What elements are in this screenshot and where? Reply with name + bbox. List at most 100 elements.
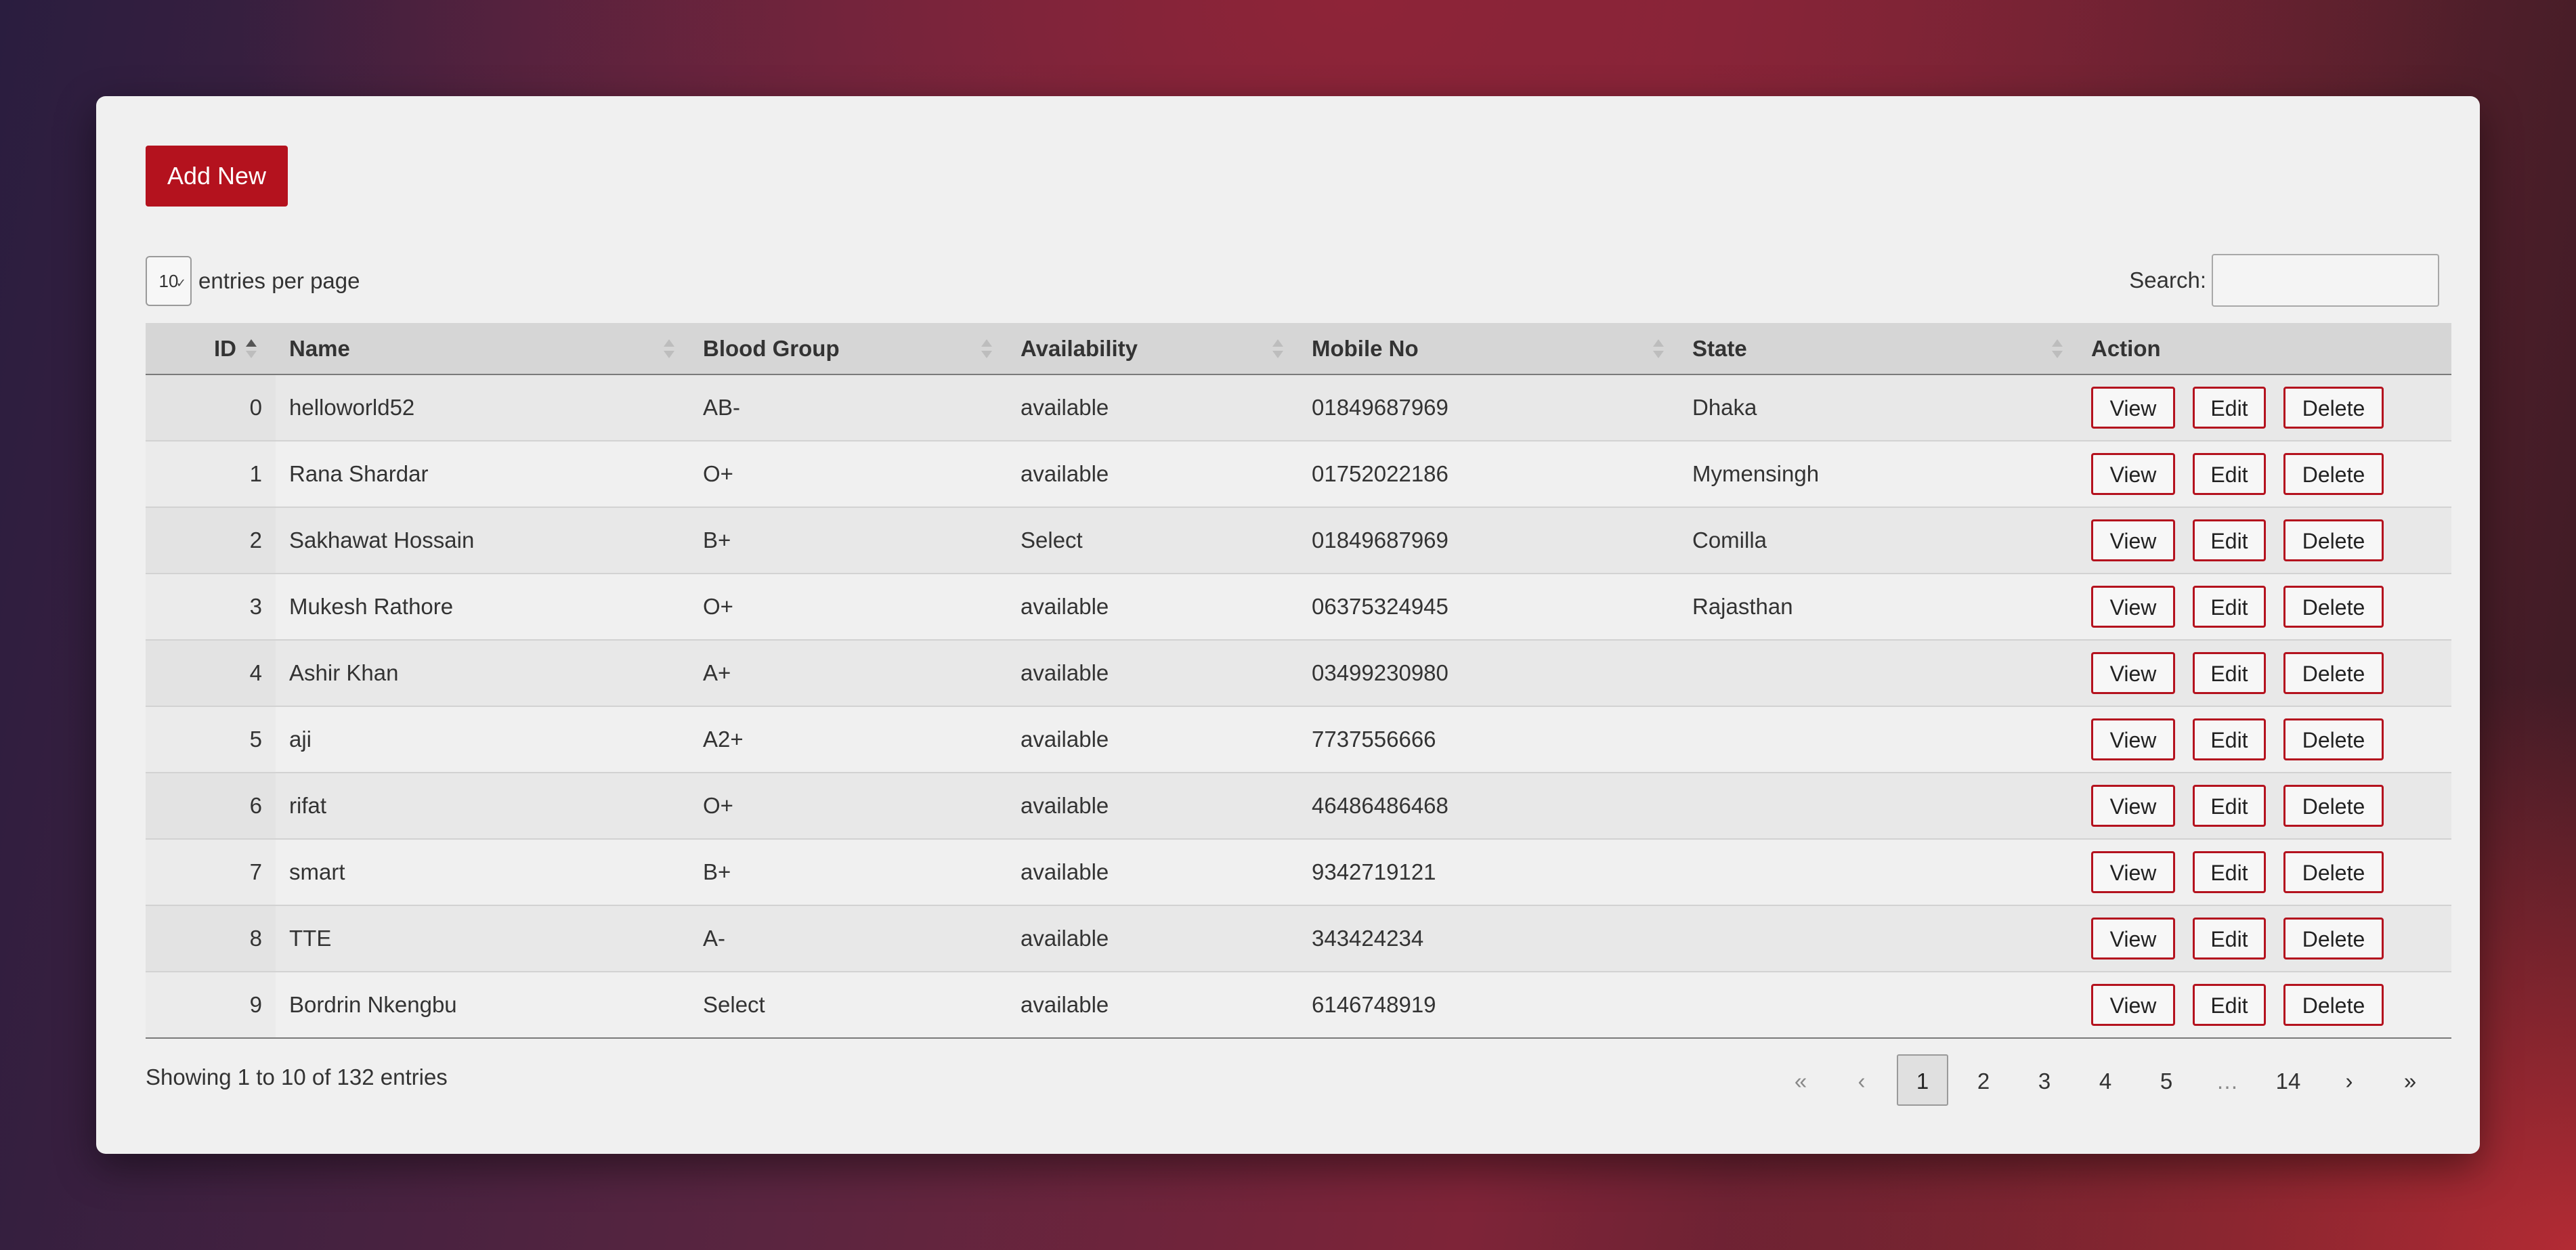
cell-mobile: 343424234 — [1298, 905, 1679, 972]
edit-button[interactable]: Edit — [2193, 519, 2266, 561]
delete-button[interactable]: Delete — [2283, 718, 2384, 760]
page-prev-button[interactable]: ‹ — [1836, 1054, 1887, 1106]
cell-blood-group: O+ — [689, 773, 1007, 840]
search-input[interactable] — [2212, 254, 2439, 307]
add-new-button[interactable]: Add New — [146, 146, 288, 207]
edit-button[interactable]: Edit — [2193, 984, 2266, 1026]
delete-button[interactable]: Delete — [2283, 652, 2384, 694]
search-control: Search: — [2129, 254, 2439, 307]
cell-availability: available — [1007, 640, 1298, 707]
entries-per-page-label: entries per page — [198, 268, 360, 293]
cell-state: Rajasthan — [1679, 574, 2078, 641]
page-numbers: 1 2 3 4 5 … 14 — [1887, 1054, 2314, 1106]
page-button[interactable]: 3 — [2019, 1054, 2070, 1106]
column-header-state[interactable]: State — [1679, 323, 2078, 375]
pagination: « ‹ 1 2 3 4 5 … 14 › » — [1765, 1054, 2436, 1106]
edit-button[interactable]: Edit — [2193, 453, 2266, 495]
edit-button[interactable]: Edit — [2193, 652, 2266, 694]
table-row: 1 Rana Shardar O+ available 01752022186 Mymen… — [146, 441, 2451, 508]
page-last-button[interactable]: » — [2384, 1054, 2436, 1106]
view-button[interactable]: View — [2091, 519, 2175, 561]
page-first-button[interactable]: « — [1775, 1054, 1826, 1106]
page-button[interactable]: 4 — [2080, 1054, 2131, 1106]
delete-button[interactable]: Delete — [2283, 586, 2384, 628]
cell-id: 9 — [146, 972, 276, 1039]
view-button[interactable]: View — [2091, 453, 2175, 495]
sort-icon — [1272, 338, 1285, 361]
delete-button[interactable]: Delete — [2283, 387, 2384, 429]
column-header-availability[interactable]: Availability — [1007, 323, 1298, 375]
cell-blood-group: B+ — [689, 507, 1007, 574]
cell-actions: View Edit Delete — [2078, 706, 2451, 773]
page-ellipsis: … — [2216, 1069, 2239, 1094]
cell-availability: available — [1007, 441, 1298, 508]
cell-actions: View Edit Delete — [2078, 441, 2451, 508]
delete-button[interactable]: Delete — [2283, 918, 2384, 960]
cell-mobile: 06375324945 — [1298, 574, 1679, 641]
edit-button[interactable]: Edit — [2193, 586, 2266, 628]
cell-availability: available — [1007, 706, 1298, 773]
column-header-name[interactable]: Name — [276, 323, 689, 375]
cell-id: 5 — [146, 706, 276, 773]
page-button[interactable]: 14 — [2262, 1054, 2314, 1106]
main-card: Add New 10 ✓ entries per page Search: ID — [96, 96, 2480, 1154]
cell-mobile: 6146748919 — [1298, 972, 1679, 1039]
page-button[interactable]: 5 — [2141, 1054, 2192, 1106]
delete-button[interactable]: Delete — [2283, 519, 2384, 561]
page-button[interactable]: 2 — [1958, 1054, 2009, 1106]
cell-state — [1679, 839, 2078, 906]
edit-button[interactable]: Edit — [2193, 387, 2266, 429]
edit-button[interactable]: Edit — [2193, 918, 2266, 960]
cell-mobile: 46486486468 — [1298, 773, 1679, 840]
view-button[interactable]: View — [2091, 984, 2175, 1026]
cell-blood-group: A+ — [689, 640, 1007, 707]
cell-name: Ashir Khan — [276, 640, 689, 707]
cell-id: 0 — [146, 374, 276, 441]
view-button[interactable]: View — [2091, 785, 2175, 827]
cell-mobile: 03499230980 — [1298, 640, 1679, 707]
column-header-id[interactable]: ID — [146, 323, 276, 375]
view-button[interactable]: View — [2091, 918, 2175, 960]
table-row: 5 aji A2+ available 7737556666 View Edit Delete — [146, 706, 2451, 773]
page-button[interactable]: 1 — [1897, 1054, 1948, 1106]
cell-actions: View Edit Delete — [2078, 640, 2451, 707]
cell-availability: Select — [1007, 507, 1298, 574]
table-row: 4 Ashir Khan A+ available 03499230980 View Edi… — [146, 640, 2451, 707]
delete-button[interactable]: Delete — [2283, 984, 2384, 1026]
edit-button[interactable]: Edit — [2193, 851, 2266, 893]
sort-icon — [246, 338, 258, 361]
table-row: 2 Sakhawat Hossain B+ Select 01849687969 Comi… — [146, 507, 2451, 574]
page-next-button[interactable]: › — [2323, 1054, 2375, 1106]
cell-blood-group: O+ — [689, 574, 1007, 641]
delete-button[interactable]: Delete — [2283, 785, 2384, 827]
delete-button[interactable]: Delete — [2283, 453, 2384, 495]
cell-blood-group: A2+ — [689, 706, 1007, 773]
sort-icon — [1653, 338, 1665, 361]
cell-availability: available — [1007, 972, 1298, 1039]
view-button[interactable]: View — [2091, 387, 2175, 429]
edit-button[interactable]: Edit — [2193, 785, 2266, 827]
view-button[interactable]: View — [2091, 718, 2175, 760]
cell-availability: available — [1007, 905, 1298, 972]
edit-button[interactable]: Edit — [2193, 718, 2266, 760]
cell-actions: View Edit Delete — [2078, 574, 2451, 641]
cell-mobile: 01752022186 — [1298, 441, 1679, 508]
cell-availability: available — [1007, 773, 1298, 840]
entries-per-page-select[interactable]: 10 ✓ — [146, 256, 192, 306]
cell-blood-group: Select — [689, 972, 1007, 1039]
view-button[interactable]: View — [2091, 586, 2175, 628]
column-header-mobile[interactable]: Mobile No — [1298, 323, 1679, 375]
cell-blood-group: A- — [689, 905, 1007, 972]
cell-actions: View Edit Delete — [2078, 972, 2451, 1039]
sort-icon — [664, 338, 676, 361]
column-header-action: Action — [2078, 323, 2451, 375]
donors-table: ID Name Blood Group Availability Mobile … — [146, 323, 2451, 1039]
cell-name: smart — [276, 839, 689, 906]
view-button[interactable]: View — [2091, 652, 2175, 694]
delete-button[interactable]: Delete — [2283, 851, 2384, 893]
view-button[interactable]: View — [2091, 851, 2175, 893]
cell-id: 7 — [146, 839, 276, 906]
entries-per-page-control: 10 ✓ entries per page — [146, 255, 360, 307]
column-header-blood-group[interactable]: Blood Group — [689, 323, 1007, 375]
cell-name: Rana Shardar — [276, 441, 689, 508]
